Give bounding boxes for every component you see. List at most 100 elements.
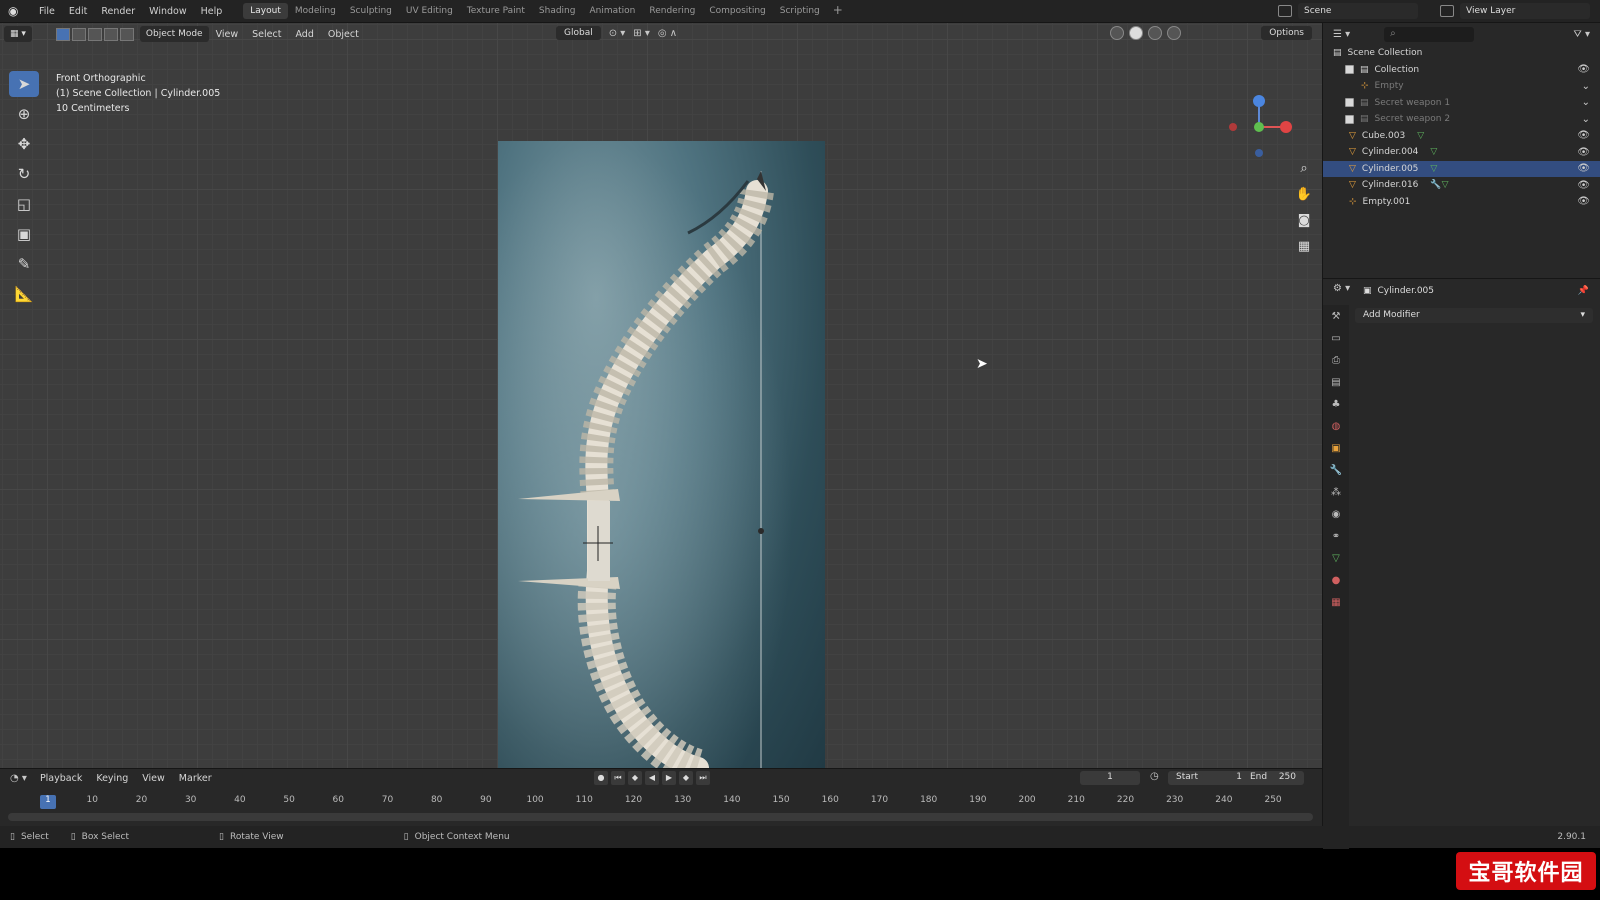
scene-selector[interactable]: Scene: [1278, 3, 1418, 19]
view-layer-field[interactable]: View Layer: [1460, 3, 1590, 19]
properties-editor-type-icon[interactable]: ⚙ ▾: [1333, 283, 1350, 294]
tab-scripting[interactable]: Scripting: [773, 3, 827, 19]
viewport-menu-add[interactable]: Add: [288, 29, 320, 40]
physics-tab-icon[interactable]: ◉: [1329, 509, 1343, 523]
view-layer-selector[interactable]: View Layer: [1440, 3, 1590, 19]
play-icon[interactable]: ▶: [662, 771, 676, 785]
annotate-tool-icon[interactable]: ✎: [9, 251, 39, 277]
constraints-tab-icon[interactable]: ⚭: [1329, 531, 1343, 545]
record-icon[interactable]: ●: [594, 771, 608, 785]
output-tab-icon[interactable]: ⎙: [1329, 355, 1343, 369]
collection-checkbox[interactable]: [1345, 114, 1354, 124]
outliner-row-secret-weapon-1[interactable]: ▤ Secret weapon 1 ⌄: [1323, 95, 1600, 112]
outliner-row-empty-001[interactable]: ⊹ Empty.001 👁: [1323, 194, 1600, 211]
tab-uv-editing[interactable]: UV Editing: [399, 3, 460, 19]
menu-help[interactable]: Help: [194, 6, 230, 17]
prev-keyframe-icon[interactable]: ◆: [628, 771, 642, 785]
outliner-row-collection[interactable]: ▤ Collection 👁: [1323, 62, 1600, 79]
pin-icon[interactable]: 📌: [1578, 286, 1589, 296]
data-tab-icon[interactable]: ▽: [1329, 553, 1343, 567]
snap-icon[interactable]: ⊞ ▾: [633, 28, 650, 39]
outliner-display-mode-icon[interactable]: ☰ ▾: [1333, 29, 1350, 40]
next-keyframe-icon[interactable]: ◆: [679, 771, 693, 785]
ortho-grid-icon[interactable]: ▦: [1294, 239, 1314, 259]
timeline-menu-keying[interactable]: Keying: [89, 773, 135, 784]
add-modifier-dropdown[interactable]: Add Modifier ▾: [1355, 308, 1593, 323]
move-tool-icon[interactable]: ✥: [9, 131, 39, 157]
menu-file[interactable]: File: [32, 6, 62, 17]
camera-view-icon[interactable]: ◙: [1294, 213, 1314, 233]
select-tool-icon[interactable]: ➤: [9, 71, 39, 97]
menu-window[interactable]: Window: [142, 6, 193, 17]
tab-modeling[interactable]: Modeling: [288, 3, 343, 19]
3d-viewport[interactable]: ▦ ▾ Object Mode View Select Add Object G…: [0, 23, 1322, 768]
world-tab-icon[interactable]: ◍: [1329, 421, 1343, 435]
collection-checkbox[interactable]: [1345, 65, 1354, 75]
visibility-eye-icon[interactable]: 👁: [1577, 147, 1590, 158]
select-mode-set-icon[interactable]: [55, 27, 70, 41]
visibility-eye-icon[interactable]: 👁: [1577, 130, 1590, 141]
rotate-tool-icon[interactable]: ↻: [9, 161, 39, 187]
menu-edit[interactable]: Edit: [62, 6, 94, 17]
rendered-shading-icon[interactable]: [1167, 26, 1181, 40]
scale-tool-icon[interactable]: ◱: [9, 191, 39, 217]
outliner-search-input[interactable]: ⌕: [1384, 26, 1475, 42]
menu-render[interactable]: Render: [94, 6, 142, 17]
scene-tab-icon[interactable]: ♣: [1329, 399, 1343, 413]
modifier-tab-icon[interactable]: 🔧: [1329, 465, 1343, 479]
options-dropdown[interactable]: Options: [1261, 26, 1312, 40]
render-tab-icon[interactable]: ▭: [1329, 333, 1343, 347]
particles-tab-icon[interactable]: ⁂: [1329, 487, 1343, 501]
material-tab-icon[interactable]: ●: [1329, 575, 1343, 589]
frame-ruler[interactable]: 10 20 30 40 50 60 70 80 90 100 110 120 130 140 150 160 1…: [8, 795, 1313, 813]
transform-tool-icon[interactable]: ▣: [9, 221, 39, 247]
material-shading-icon[interactable]: [1148, 26, 1162, 40]
start-frame-field[interactable]: Start 1: [1168, 771, 1250, 785]
solid-shading-icon[interactable]: [1129, 26, 1143, 40]
visibility-hidden-icon[interactable]: ⌄: [1582, 114, 1590, 125]
tab-animation[interactable]: Animation: [582, 3, 642, 19]
object-tab-icon[interactable]: ▣: [1329, 443, 1343, 457]
scene-collection-row[interactable]: ▤ Scene Collection: [1323, 45, 1600, 62]
outliner-row-cube-003[interactable]: ▽ Cube.003 ▽ 👁: [1323, 128, 1600, 145]
visibility-eye-icon[interactable]: 👁: [1577, 180, 1590, 191]
visibility-eye-icon[interactable]: 👁: [1577, 196, 1590, 207]
play-reverse-icon[interactable]: ◀: [645, 771, 659, 785]
tab-sculpting[interactable]: Sculpting: [343, 3, 399, 19]
tab-layout[interactable]: Layout: [243, 3, 288, 19]
cursor-tool-icon[interactable]: ⊕: [9, 101, 39, 127]
timeline-menu-view[interactable]: View: [135, 773, 172, 784]
transform-orientation-dropdown[interactable]: Global: [556, 26, 601, 40]
pan-hand-icon[interactable]: ✋: [1294, 187, 1314, 207]
tab-compositing[interactable]: Compositing: [702, 3, 772, 19]
outliner-row-cylinder-005[interactable]: ▽ Cylinder.005 ▽ 👁: [1323, 160, 1600, 177]
viewport-menu-view[interactable]: View: [209, 29, 246, 40]
outliner-row-cylinder-016[interactable]: ▽ Cylinder.016 🔧▽ 👁: [1323, 177, 1600, 194]
view-layer-tab-icon[interactable]: ▤: [1329, 377, 1343, 391]
timeline-scrollbar[interactable]: [8, 813, 1313, 821]
tab-rendering[interactable]: Rendering: [642, 3, 702, 19]
outliner-row-empty[interactable]: ⊹ Empty ⌄: [1323, 78, 1600, 95]
add-workspace-button[interactable]: +: [827, 3, 849, 19]
tab-shading[interactable]: Shading: [532, 3, 583, 19]
navigation-gizmo[interactable]: [1224, 69, 1294, 159]
editor-type-button[interactable]: ▦ ▾: [4, 26, 32, 42]
tab-texture-paint[interactable]: Texture Paint: [460, 3, 532, 19]
select-mode-invert-icon[interactable]: [103, 27, 118, 41]
viewport-menu-select[interactable]: Select: [245, 29, 288, 40]
current-frame-field[interactable]: 1: [1080, 771, 1140, 785]
zoom-icon[interactable]: ⌕: [1294, 161, 1314, 181]
clock-icon[interactable]: ◷: [1150, 771, 1159, 782]
collection-checkbox[interactable]: [1345, 98, 1354, 108]
filter-icon[interactable]: ⛛ ▾: [1573, 29, 1590, 40]
texture-tab-icon[interactable]: ▦: [1329, 597, 1343, 611]
wireframe-shading-icon[interactable]: [1110, 26, 1124, 40]
timeline-menu-playback[interactable]: Playback: [33, 773, 89, 784]
timeline-editor-icon[interactable]: ◔ ▾: [10, 773, 27, 784]
select-mode-subtract-icon[interactable]: [87, 27, 102, 41]
visibility-eye-icon[interactable]: 👁: [1577, 64, 1590, 75]
jump-start-icon[interactable]: ⏮: [611, 771, 625, 785]
visibility-hidden-icon[interactable]: ⌄: [1582, 97, 1590, 108]
select-mode-extend-icon[interactable]: [71, 27, 86, 41]
measure-tool-icon[interactable]: 📐: [9, 281, 39, 307]
